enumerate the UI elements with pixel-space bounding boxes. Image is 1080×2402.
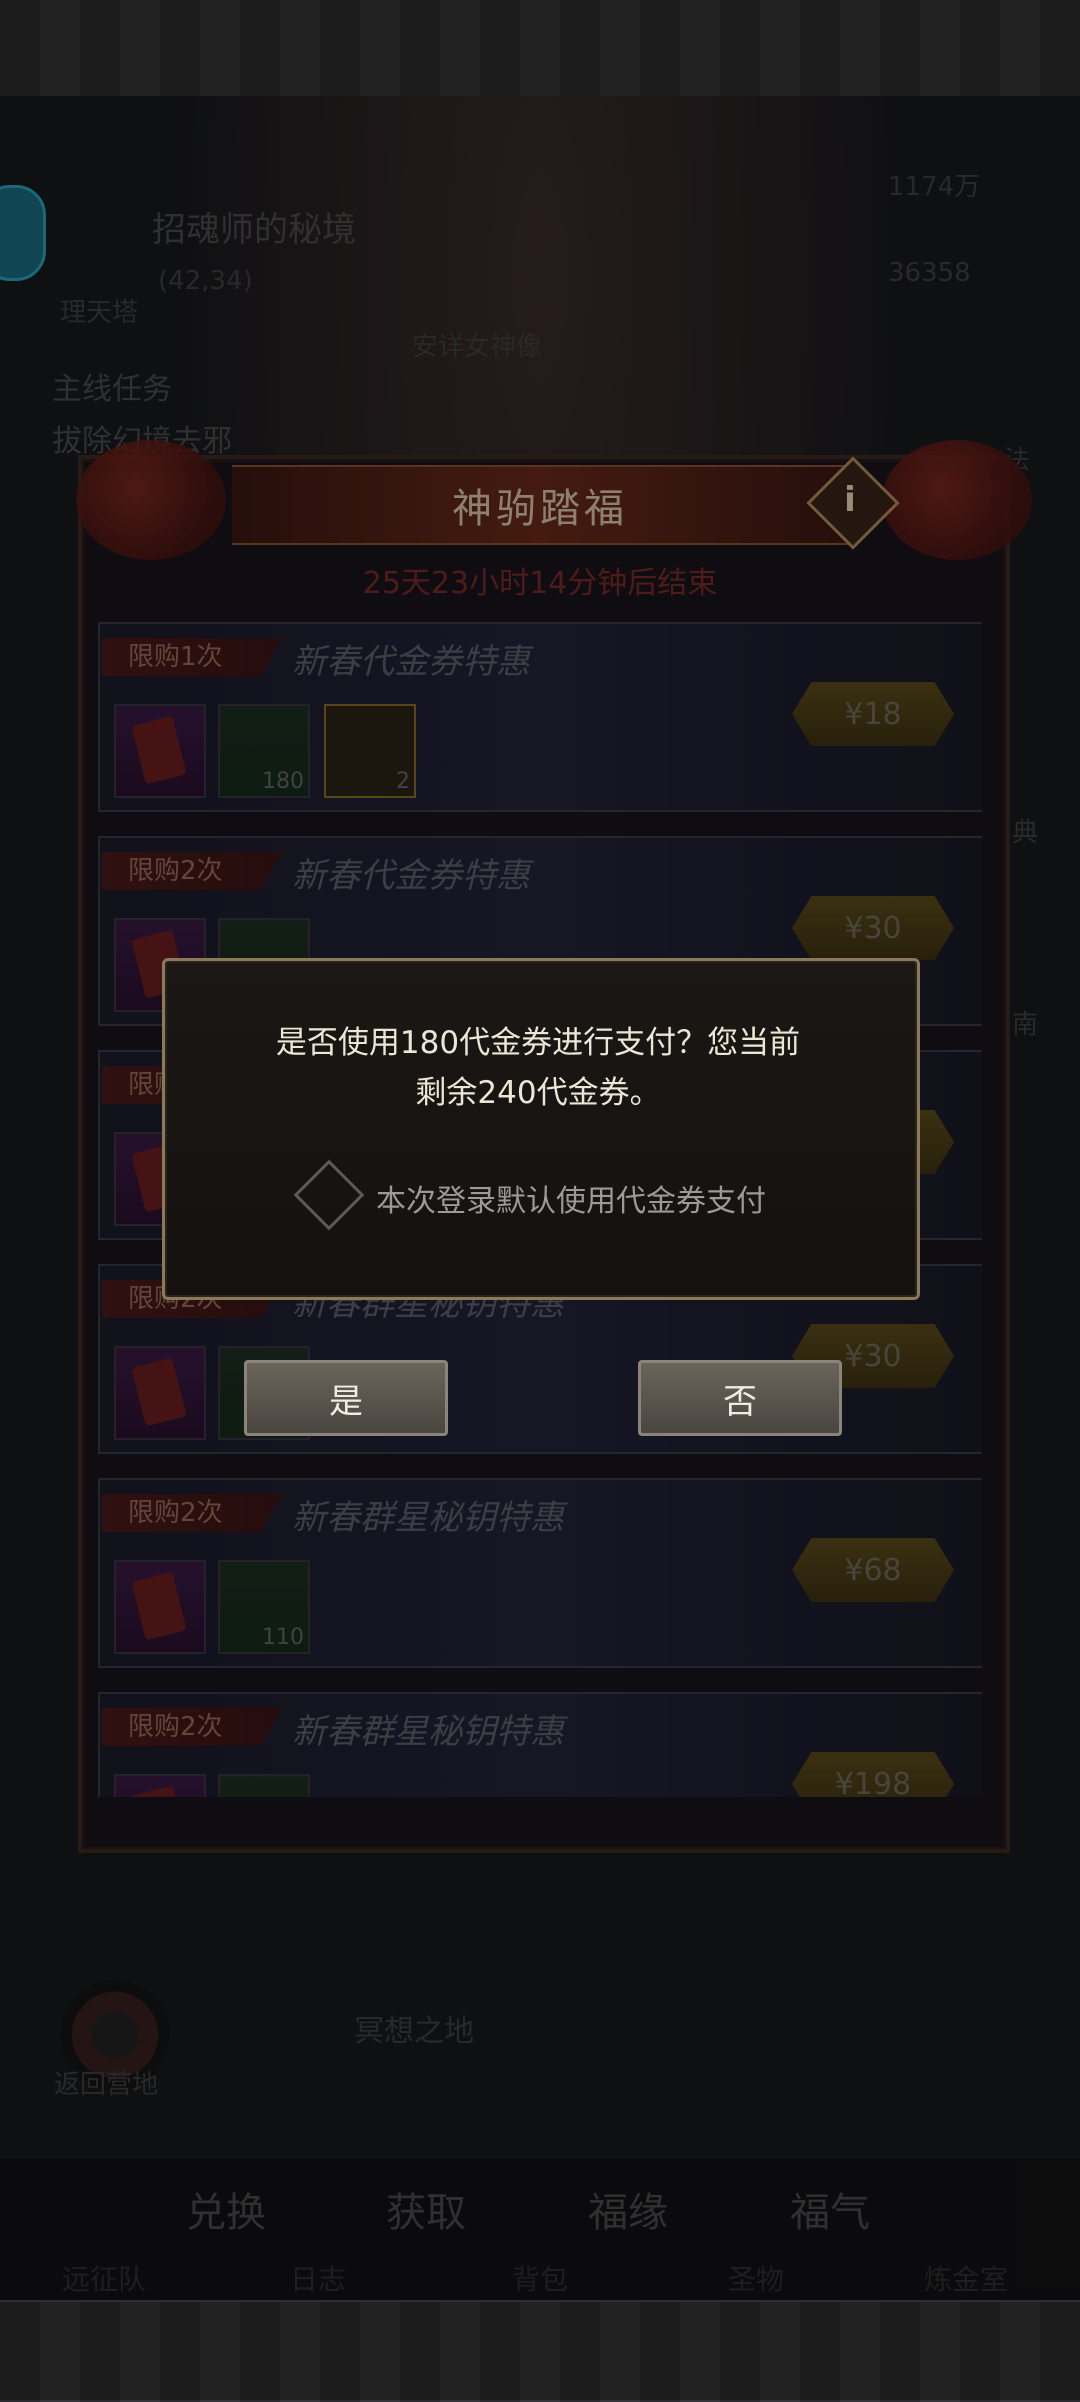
reward-item-icon[interactable] bbox=[218, 1774, 310, 1797]
confirm-yes-button[interactable]: 是 bbox=[244, 1360, 448, 1436]
area-label: 冥想之地 bbox=[354, 2014, 474, 2049]
reward-item-icon[interactable] bbox=[114, 1774, 206, 1797]
purchase-limit-badge: 限购1次 bbox=[102, 638, 283, 676]
location-sub: 理天塔 bbox=[60, 298, 139, 328]
default-voucher-label[interactable]: 本次登录默认使用代金券支付 bbox=[376, 1176, 766, 1220]
lantern-left-icon bbox=[76, 440, 226, 560]
offer-title: 新春群星秘钥特惠 bbox=[292, 1498, 564, 1538]
offer-title: 新春代金券特惠 bbox=[292, 856, 530, 896]
voucher-ticket-icon bbox=[131, 1357, 187, 1427]
dialog-message-line2: 剩余240代金券。 bbox=[415, 1075, 661, 1111]
reward-item-count: 2 bbox=[396, 769, 410, 794]
price-button[interactable]: ¥198 bbox=[792, 1752, 954, 1797]
nav-sub-alchemy[interactable]: 炼金室 bbox=[924, 2258, 1008, 2298]
offer-title: 新春代金券特惠 bbox=[292, 642, 530, 682]
info-icon[interactable]: i bbox=[820, 470, 880, 530]
payment-confirm-dialog bbox=[162, 958, 920, 1300]
bottom-ornament-bar bbox=[0, 2300, 1080, 2402]
offer-title: 新春群星秘钥特惠 bbox=[292, 1712, 564, 1752]
reward-item-icon[interactable]: 180 bbox=[218, 704, 310, 798]
nav-tab-blessing[interactable]: 福气 bbox=[790, 2180, 870, 2238]
nav-sub-expedition[interactable]: 远征队 bbox=[62, 2258, 146, 2298]
purchase-limit-badge: 限购2次 bbox=[102, 1494, 283, 1532]
currency-gold: 1174万 bbox=[888, 172, 981, 202]
confirm-no-button[interactable]: 否 bbox=[638, 1360, 842, 1436]
side-label-dian: 典 bbox=[1012, 818, 1039, 848]
reward-item-count: 110 bbox=[262, 1625, 304, 1650]
price-button[interactable]: ¥68 bbox=[792, 1538, 954, 1602]
offer-row[interactable]: 限购1次 新春代金券特惠 180 2 ¥18 bbox=[98, 622, 982, 812]
reward-item-icon[interactable]: 110 bbox=[218, 1560, 310, 1654]
voucher-ticket-icon bbox=[131, 715, 187, 785]
event-countdown: 25天23小时14分钟后结束 bbox=[362, 566, 718, 601]
dialog-message-line1: 是否使用180代金券进行支付？您当前 bbox=[275, 1025, 801, 1061]
reward-item-icon[interactable] bbox=[114, 1560, 206, 1654]
offer-row[interactable]: 限购2次 新春群星秘钥特惠 ¥198 bbox=[98, 1692, 982, 1797]
purchase-limit-badge: 限购2次 bbox=[102, 1708, 283, 1746]
nav-tab-exchange[interactable]: 兑换 bbox=[186, 2180, 266, 2238]
nav-tab-fortune[interactable]: 福缘 bbox=[588, 2180, 668, 2238]
dialog-message: 是否使用180代金券进行支付？您当前 剩余240代金券。 bbox=[192, 1018, 884, 1118]
voucher-ticket-icon bbox=[131, 1571, 187, 1641]
offer-row[interactable]: 限购2次 新春群星秘钥特惠 110 ¥68 bbox=[98, 1478, 982, 1668]
panel-title: 神驹踏福 bbox=[232, 465, 848, 545]
purchase-limit-badge: 限购2次 bbox=[102, 852, 283, 890]
price-button[interactable]: ¥30 bbox=[792, 896, 954, 960]
price-button[interactable]: ¥18 bbox=[792, 682, 954, 746]
location-name: 招魂师的秘境 bbox=[152, 210, 356, 250]
npc-label: 安详女神像 bbox=[412, 332, 543, 362]
quest-heading[interactable]: 主线任务 bbox=[52, 364, 172, 408]
location-coords: (42,34) bbox=[158, 266, 253, 296]
nav-tab-obtain[interactable]: 获取 bbox=[386, 2180, 466, 2238]
game-logo-badge[interactable] bbox=[0, 185, 46, 281]
voucher-ticket-icon bbox=[131, 1785, 187, 1797]
top-ornament-bar bbox=[0, 0, 1080, 98]
reward-item-icon[interactable] bbox=[114, 704, 206, 798]
reward-item-icon[interactable]: 2 bbox=[324, 704, 416, 798]
reward-item-count: 180 bbox=[262, 769, 304, 794]
nav-sub-log[interactable]: 日志 bbox=[290, 2258, 346, 2298]
nav-sub-relic[interactable]: 圣物 bbox=[728, 2258, 784, 2298]
reward-item-icon[interactable] bbox=[114, 1346, 206, 1440]
side-label-nan: 南 bbox=[1012, 1010, 1039, 1040]
lantern-right-icon bbox=[882, 440, 1032, 560]
nav-sub-bag[interactable]: 背包 bbox=[512, 2258, 568, 2298]
currency-gem: 36358 bbox=[888, 258, 971, 288]
portal-label[interactable]: 返回营地 bbox=[54, 2064, 158, 2101]
